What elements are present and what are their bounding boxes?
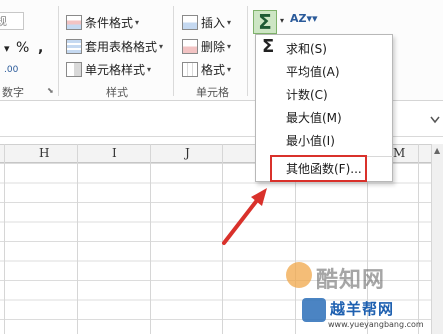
kuzhi-logo-icon (286, 262, 312, 288)
watermark-yueyang: 越羊帮网 www.yueyangbang.com (302, 296, 443, 334)
watermark-text: 越羊帮网 (330, 300, 395, 318)
watermark-url: www.yueyangbang.com (328, 320, 424, 329)
watermark-text: 酷知网 (316, 268, 386, 293)
watermark-kuzhi: 酷知网 (286, 258, 406, 298)
yueyang-logo-icon (302, 298, 326, 322)
